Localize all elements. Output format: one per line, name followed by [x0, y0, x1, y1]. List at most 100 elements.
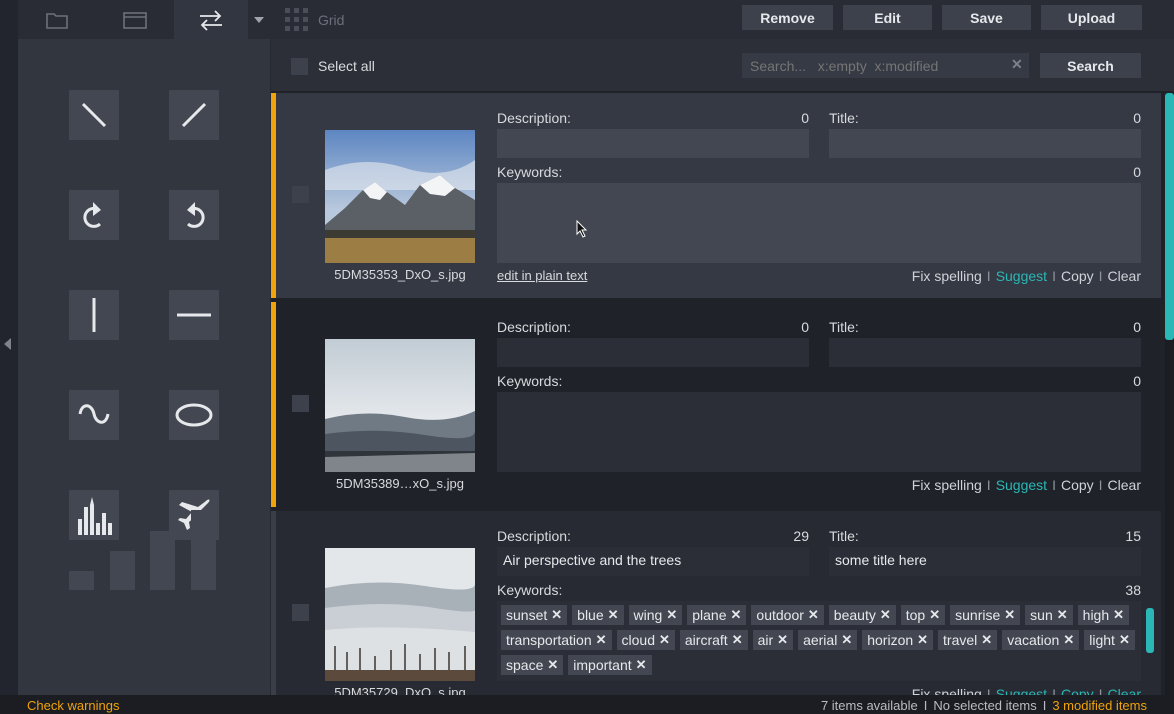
collapse-strip[interactable]	[0, 0, 18, 695]
keyword-tag[interactable]: vacation ✕	[1002, 630, 1080, 650]
remove-keyword-icon[interactable]: ✕	[880, 607, 891, 623]
scrollbar-thumb[interactable]	[1165, 93, 1174, 340]
item-checkbox[interactable]	[292, 604, 309, 621]
search-button[interactable]: Search	[1040, 53, 1141, 78]
description-field[interactable]	[497, 129, 809, 158]
remove-keyword-icon[interactable]: ✕	[596, 632, 607, 648]
keyword-tag[interactable]: space ✕	[501, 655, 564, 675]
keyword-tag[interactable]: sun ✕	[1025, 605, 1073, 625]
modified-items-link[interactable]: 3 modified items	[1052, 698, 1147, 713]
list-item[interactable]: 5DM35729_DxO_s.jpg Description: 29 Air p…	[271, 511, 1161, 695]
remove-keyword-icon[interactable]: ✕	[1057, 607, 1068, 623]
diagonal-down-tool[interactable]	[69, 90, 119, 140]
save-button[interactable]: Save	[942, 5, 1031, 30]
list-scrollbar[interactable]	[1165, 93, 1174, 695]
title-field[interactable]	[829, 338, 1141, 367]
remove-keyword-icon[interactable]: ✕	[1004, 607, 1015, 623]
collapse-arrow-icon[interactable]	[4, 338, 11, 350]
clear-link[interactable]: Clear	[1108, 477, 1141, 493]
suggest-link[interactable]: Suggest	[996, 268, 1047, 284]
keyword-tag[interactable]: plane ✕	[687, 605, 747, 625]
keyword-tag[interactable]: horizon ✕	[862, 630, 934, 650]
item-checkbox[interactable]	[292, 186, 309, 203]
title-field[interactable]: some title here	[829, 547, 1141, 576]
edit-plain-text-link[interactable]: edit in plain text	[497, 268, 587, 283]
keyword-tag[interactable]: aircraft ✕	[679, 630, 748, 650]
edit-button[interactable]: Edit	[843, 5, 932, 30]
diagonal-up-tool[interactable]	[169, 90, 219, 140]
clear-link[interactable]: Clear	[1108, 268, 1141, 284]
image-thumbnail[interactable]	[325, 130, 475, 263]
remove-keyword-icon[interactable]: ✕	[841, 632, 852, 648]
remove-keyword-icon[interactable]: ✕	[808, 607, 819, 623]
image-thumbnail[interactable]	[325, 339, 475, 472]
rotate-left-tool[interactable]	[169, 190, 219, 240]
keyword-tag[interactable]: important ✕	[568, 655, 652, 675]
remove-keyword-icon[interactable]: ✕	[659, 632, 670, 648]
keyword-tag[interactable]: outdoor ✕	[751, 605, 824, 625]
fix-spelling-link[interactable]: Fix spelling	[912, 686, 982, 695]
keyword-tag[interactable]: high ✕	[1077, 605, 1130, 625]
mode-dropdown[interactable]	[248, 0, 270, 39]
remove-keyword-icon[interactable]: ✕	[666, 607, 677, 623]
vertical-line-tool[interactable]	[69, 290, 119, 340]
curve-tool[interactable]	[69, 390, 119, 440]
keyword-tag[interactable]: travel ✕	[938, 630, 998, 650]
image-thumbnail[interactable]	[325, 548, 475, 681]
keyword-tag[interactable]: beauty ✕	[828, 605, 896, 625]
keyword-tag[interactable]: sunset ✕	[501, 605, 568, 625]
remove-keyword-icon[interactable]: ✕	[1063, 632, 1074, 648]
remove-keyword-icon[interactable]: ✕	[777, 632, 788, 648]
item-checkbox[interactable]	[292, 395, 309, 412]
keyword-tag[interactable]: light ✕	[1084, 630, 1135, 650]
remove-keyword-icon[interactable]: ✕	[547, 657, 558, 673]
select-all-checkbox[interactable]	[291, 58, 308, 75]
suggest-link[interactable]: Suggest	[996, 686, 1047, 695]
rotate-right-tool[interactable]	[69, 190, 119, 240]
ellipse-tool[interactable]	[169, 390, 219, 440]
keyword-tag[interactable]: top ✕	[900, 605, 946, 625]
keyword-tag[interactable]: wing ✕	[628, 605, 683, 625]
keywords-scrollbar[interactable]	[1146, 608, 1154, 653]
remove-keyword-icon[interactable]: ✕	[608, 607, 619, 623]
remove-keyword-icon[interactable]: ✕	[731, 607, 742, 623]
keywords-field[interactable]	[497, 392, 1141, 472]
copy-link[interactable]: Copy	[1061, 686, 1094, 695]
copy-link[interactable]: Copy	[1061, 268, 1094, 284]
clear-link[interactable]: Clear	[1108, 686, 1141, 695]
keyword-tag[interactable]: cloud ✕	[616, 630, 675, 650]
copy-link[interactable]: Copy	[1061, 477, 1094, 493]
keyword-tag[interactable]: blue ✕	[572, 605, 624, 625]
keywords-field[interactable]: sunset ✕ blue ✕ wing ✕ plane ✕ outdoor ✕ beauty ✕ to…	[497, 601, 1141, 681]
keyword-tag[interactable]: sunrise ✕	[950, 605, 1021, 625]
description-field[interactable]: Air perspective and the trees	[497, 547, 809, 576]
suggest-link[interactable]: Suggest	[996, 477, 1047, 493]
keyword-tag[interactable]: aerial ✕	[798, 630, 858, 650]
description-field[interactable]	[497, 338, 809, 367]
keyword-tag[interactable]: air ✕	[752, 630, 794, 650]
check-warnings-link[interactable]: Check warnings	[27, 698, 120, 713]
fix-spelling-link[interactable]: Fix spelling	[912, 268, 982, 284]
list-item[interactable]: 5DM35353_DxO_s.jpg Description: 0 Title:…	[271, 93, 1161, 298]
remove-keyword-icon[interactable]: ✕	[981, 632, 992, 648]
title-field[interactable]	[829, 129, 1141, 158]
keywords-field[interactable]	[497, 183, 1141, 263]
remove-keyword-icon[interactable]: ✕	[1119, 632, 1130, 648]
window-mode-button[interactable]	[96, 0, 174, 39]
remove-keyword-icon[interactable]: ✕	[929, 607, 940, 623]
select-all-label[interactable]: Select all	[318, 58, 375, 74]
remove-keyword-icon[interactable]: ✕	[551, 607, 562, 623]
clear-search-icon[interactable]: ✕	[1011, 56, 1023, 73]
remove-keyword-icon[interactable]: ✕	[917, 632, 928, 648]
remove-keyword-icon[interactable]: ✕	[636, 657, 647, 673]
keyword-tag[interactable]: transportation ✕	[501, 630, 612, 650]
remove-keyword-icon[interactable]: ✕	[732, 632, 743, 648]
remove-keyword-icon[interactable]: ✕	[1113, 607, 1124, 623]
list-item[interactable]: 5DM35389…xO_s.jpg Description: 0 Title: …	[271, 302, 1161, 507]
skyline-tool[interactable]	[69, 490, 119, 540]
upload-button[interactable]: Upload	[1041, 5, 1142, 30]
fix-spelling-link[interactable]: Fix spelling	[912, 477, 982, 493]
remove-button[interactable]: Remove	[742, 5, 833, 30]
horizontal-line-tool[interactable]	[169, 290, 219, 340]
swap-mode-button[interactable]	[174, 0, 248, 39]
